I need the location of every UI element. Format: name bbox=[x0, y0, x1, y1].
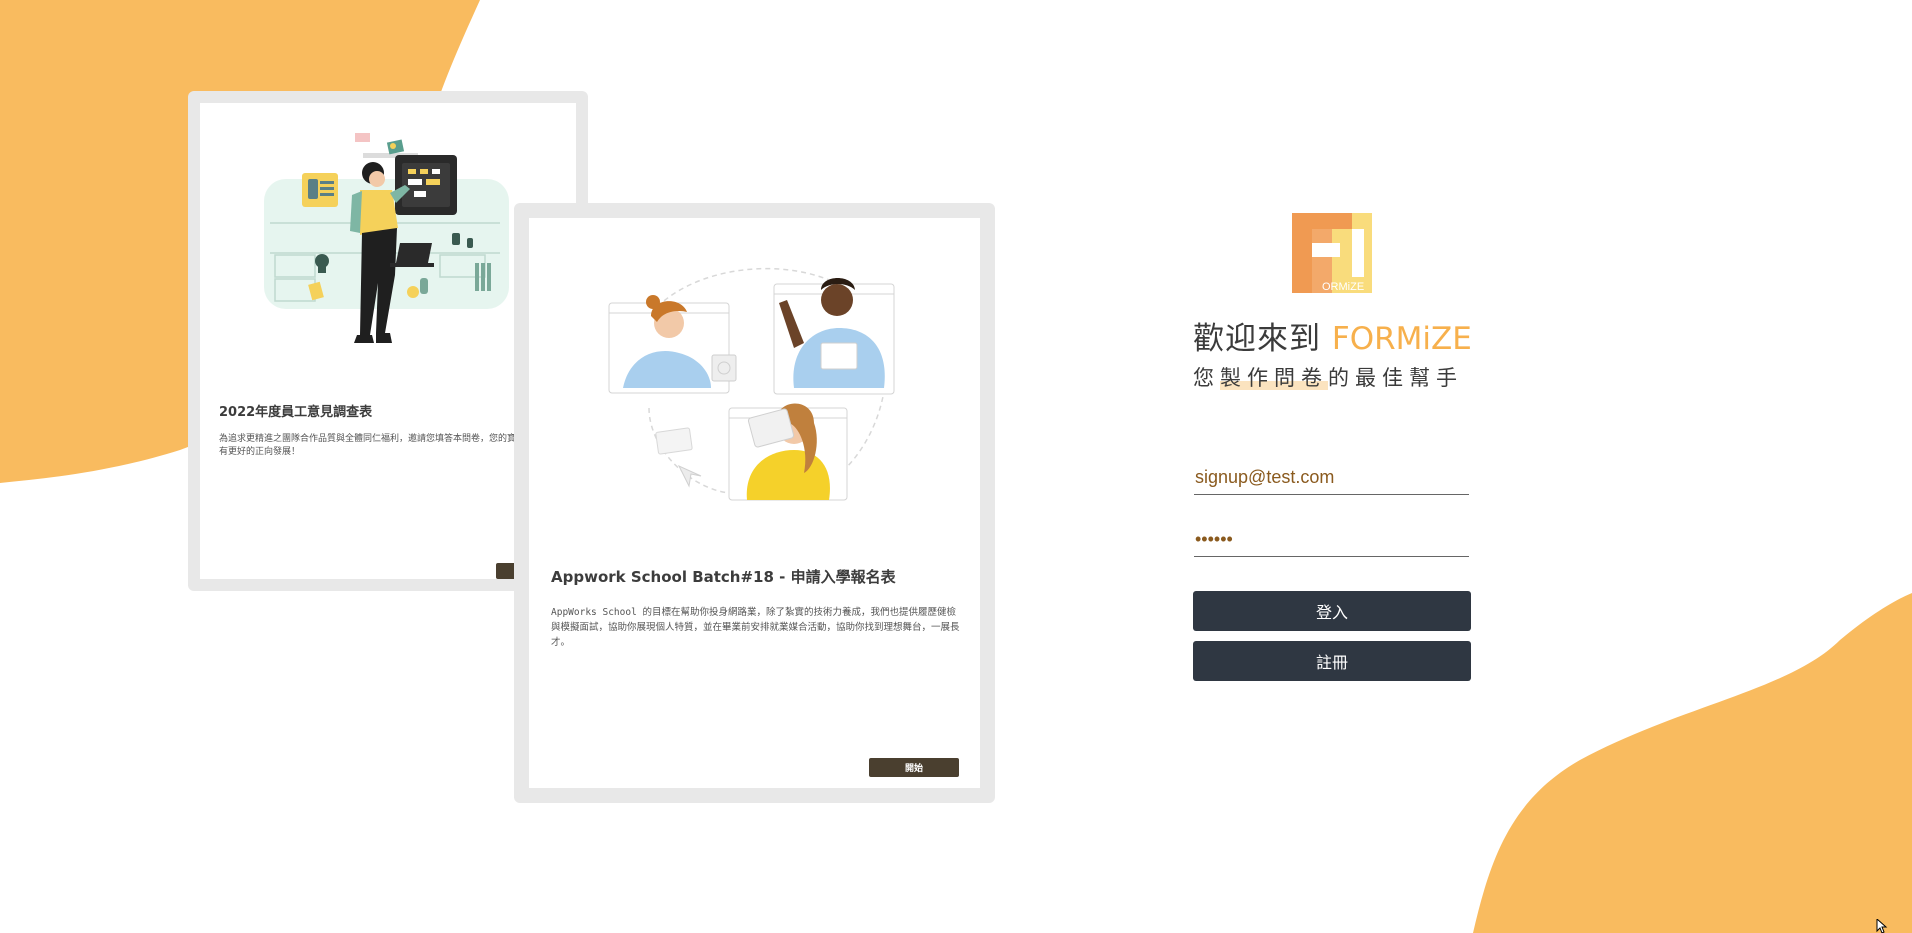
tagline-highlight: 製作問卷 bbox=[1220, 366, 1328, 390]
email-input[interactable] bbox=[1194, 460, 1469, 495]
welcome-brand: FORMiZE bbox=[1331, 321, 1472, 357]
formize-logo: ORMiZE bbox=[1292, 213, 1372, 293]
survey-card-2022-title: 2022年度員工意見調查表 bbox=[219, 405, 373, 420]
bottom-right-blob bbox=[1473, 593, 1912, 933]
login-button[interactable]: 登入 bbox=[1193, 591, 1471, 631]
appworks-card-description: AppWorks School 的目標在幫助你投身網路業，除了紮實的技術力養成，… bbox=[551, 607, 960, 648]
remote-meeting-illustration bbox=[608, 267, 895, 501]
tagline-after: 的最佳幫手 bbox=[1328, 366, 1463, 390]
appworks-application-card-body: Appwork School Batch#18 - 申請入學報名表 AppWor… bbox=[529, 218, 980, 788]
mouse-pointer-icon bbox=[1876, 919, 1888, 933]
appworks-application-card[interactable]: Appwork School Batch#18 - 申請入學報名表 AppWor… bbox=[514, 203, 995, 803]
welcome-heading: 歡迎來到 FORMiZE bbox=[1193, 313, 1472, 358]
logo-wordmark: ORMiZE bbox=[1322, 281, 1364, 293]
password-input[interactable] bbox=[1194, 522, 1469, 557]
appworks-card-title: Appwork School Batch#18 - 申請入學報名表 bbox=[551, 568, 896, 586]
appworks-card-start-button[interactable]: 開始 bbox=[869, 758, 959, 777]
welcome-prefix: 歡迎來到 bbox=[1193, 321, 1321, 357]
tagline: 您製作問卷的最佳幫手 bbox=[1193, 362, 1463, 392]
tagline-before: 您 bbox=[1193, 366, 1220, 390]
signup-button[interactable]: 註冊 bbox=[1193, 641, 1471, 681]
